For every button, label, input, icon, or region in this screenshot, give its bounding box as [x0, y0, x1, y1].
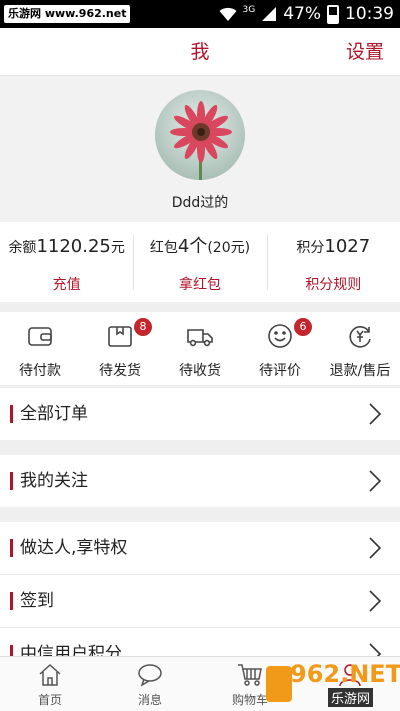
menu-check-in[interactable]: 签到 — [0, 575, 400, 627]
menu-all-orders[interactable]: 全部订单 — [0, 388, 400, 440]
home-icon — [37, 662, 63, 688]
order-pending-review[interactable]: 6 待评价 — [240, 312, 320, 385]
accent-bar — [10, 472, 13, 490]
red-packet-label: 红包 — [149, 240, 178, 256]
accent-bar — [10, 405, 13, 423]
menu-label: 我的关注 — [20, 471, 88, 491]
network-type: 3G — [242, 5, 256, 15]
accent-bar — [10, 539, 13, 557]
watermark-brand: 962.NET — [290, 660, 400, 688]
menu-label: 签到 — [20, 591, 54, 611]
order-refund-aftersale[interactable]: 退款/售后 — [320, 312, 400, 385]
menu-label: 做达人,享特权 — [20, 538, 128, 558]
status-time: 10:39 — [345, 4, 394, 24]
order-status-row: 待付款 8 待发货 待收货 6 待评价 退款/售后 — [0, 312, 400, 386]
points-rules-link[interactable]: 积分规则 — [267, 274, 400, 294]
balance-value: 1120.25 — [36, 236, 111, 257]
nav-messages[interactable]: 消息 — [100, 657, 200, 711]
status-right: 3G 47% 10:39 — [219, 0, 394, 28]
message-icon — [137, 662, 163, 688]
cart-icon — [237, 662, 263, 688]
settings-button[interactable]: 设置 — [346, 28, 384, 76]
smile-icon — [266, 322, 294, 350]
menu-my-follows[interactable]: 我的关注 — [0, 455, 400, 507]
nav-label: 消息 — [137, 693, 162, 707]
truck-icon — [186, 322, 214, 350]
header: 我 设置 — [0, 28, 400, 76]
wallet-icon — [26, 322, 54, 350]
stat-points: 积分1027 积分规则 — [266, 222, 400, 302]
menu-become-expert[interactable]: 做达人,享特权 — [0, 522, 400, 574]
pending-shipment-badge: 8 — [134, 318, 152, 336]
site-watermark: 962.NET 乐游网 — [262, 660, 400, 708]
profile-section: Ddd过的 — [0, 76, 400, 222]
watermark-brand-cn: 乐游网 — [328, 688, 374, 707]
watermark-logo-icon — [266, 666, 292, 702]
status-watermark: 乐游网 www.962.net — [4, 5, 131, 23]
chevron-right-icon — [368, 590, 382, 612]
order-status-label: 待付款 — [19, 363, 61, 379]
refund-icon — [346, 322, 374, 350]
order-status-label: 待收货 — [179, 363, 221, 379]
page-title: 我 — [190, 41, 210, 63]
username: Ddd过的 — [171, 195, 229, 211]
status-bar: 乐游网 www.962.net 3G 47% 10:39 — [0, 0, 400, 28]
battery-percent: 47% — [283, 4, 321, 24]
pending-review-badge: 6 — [294, 318, 312, 336]
chevron-right-icon — [368, 537, 382, 559]
chevron-right-icon — [368, 470, 382, 492]
chevron-right-icon — [368, 403, 382, 425]
nav-home[interactable]: 首页 — [0, 657, 100, 711]
red-packet-value: 4个 — [177, 236, 208, 257]
order-status-label: 退款/售后 — [329, 363, 391, 379]
points-label: 积分 — [296, 240, 325, 256]
account-stats: 余额1120.25元 充值 红包4个(20元) 拿红包 积分1027 积分规则 — [0, 222, 400, 302]
avatar[interactable] — [155, 90, 245, 180]
points-value: 1027 — [324, 236, 371, 257]
accent-bar — [10, 592, 13, 610]
red-packet-unit: (20元) — [207, 240, 251, 256]
box-icon — [106, 322, 134, 350]
order-pending-shipment[interactable]: 8 待发货 — [80, 312, 160, 385]
balance-unit: 元 — [110, 240, 125, 256]
battery-icon — [327, 4, 339, 24]
menu-label: 全部订单 — [20, 404, 88, 424]
order-pending-receipt[interactable]: 待收货 — [160, 312, 240, 385]
wifi-icon — [219, 6, 237, 22]
recharge-button[interactable]: 充值 — [0, 274, 133, 294]
nav-label: 首页 — [37, 693, 62, 707]
stat-red-packet: 红包4个(20元) 拿红包 — [133, 222, 266, 302]
balance-label: 余额 — [8, 240, 37, 256]
stat-balance: 余额1120.25元 充值 — [0, 222, 133, 302]
order-pending-payment[interactable]: 待付款 — [0, 312, 80, 385]
order-status-label: 待评价 — [259, 363, 301, 379]
get-red-packet-button[interactable]: 拿红包 — [133, 274, 266, 294]
signal-icon — [261, 6, 277, 22]
order-status-label: 待发货 — [99, 363, 141, 379]
